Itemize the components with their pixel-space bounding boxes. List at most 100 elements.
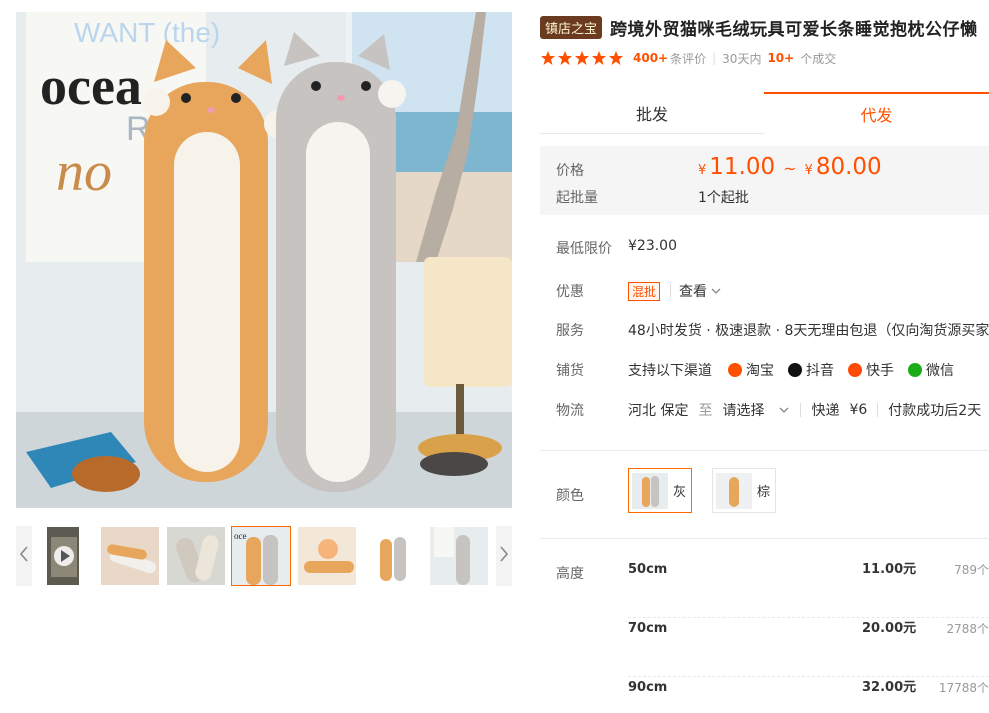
channels-label: 铺货 (556, 363, 584, 379)
logistics-to: 至 (698, 403, 713, 419)
reviews-count[interactable]: 400+ (633, 51, 668, 65)
sku-stock: 17788个 (938, 681, 989, 695)
thumbnail-strip: oce (16, 526, 512, 586)
thumb-next-button[interactable] (496, 526, 512, 586)
shipping-method: 快递 (811, 403, 840, 419)
sku-row[interactable]: 70cm 20.00元 2788个 (628, 618, 989, 677)
price-max: 80.00 (815, 154, 882, 180)
thumbnail-2[interactable] (166, 526, 226, 586)
price-range: ¥ 11.00 ~ ¥ 80.00 (698, 154, 882, 180)
chevron-down-icon (711, 288, 721, 294)
view-promo-label: 查看 (679, 284, 708, 300)
promo-divider (670, 284, 672, 298)
product-title-row: 镇店之宝 跨境外贸猫咪毛绒玩具可爱长条睡觉抱枕公仔懒 (540, 14, 989, 40)
service-row: 服务 48小时发货 · 极速退款 · 8天无理由包退（仅向淘货源买家 (540, 318, 989, 342)
sku-price: 20.00元 (862, 621, 917, 636)
sku-price: 11.00元 (862, 562, 917, 577)
channels-intro: 支持以下渠道 (628, 363, 712, 379)
svg-text:oce: oce (234, 531, 247, 541)
logistics-divider (800, 403, 802, 417)
purchase-mode-tabs: 批发 代发 (540, 92, 989, 134)
reviews-label[interactable]: 条评价 (670, 50, 706, 67)
promo-values: 混批 查看 (628, 281, 722, 301)
destination-select[interactable]: 请选择 (722, 400, 790, 420)
currency-symbol: ¥ (698, 163, 707, 178)
price-min: 11.00 (709, 154, 776, 180)
height-label: 高度 (556, 566, 584, 582)
view-promo-button[interactable]: 查看 (679, 281, 722, 301)
channel-wechat[interactable]: 微信 (908, 360, 954, 380)
promo-label: 优惠 (556, 284, 584, 300)
star-icon (558, 51, 572, 65)
logistics-values: 河北 保定 至 请选择 快递 ¥6 付款成功后2天 (628, 400, 989, 420)
logistics-label: 物流 (556, 403, 584, 419)
price-box: 价格 ¥ 11.00 ~ ¥ 80.00 起批量 1个起批 (540, 146, 989, 215)
channel-kuaishou-label: 快手 (866, 363, 894, 379)
thumb-prev-button[interactable] (16, 526, 32, 586)
color-option-brown-label: 棕 (757, 485, 771, 500)
star-icon (541, 51, 555, 65)
chevron-right-icon (499, 546, 509, 566)
section-divider (540, 450, 989, 451)
logistics-origin: 河北 保定 (628, 403, 689, 419)
channels-values: 支持以下渠道 淘宝 抖音 快手 微信 (628, 360, 968, 380)
star-icon (575, 51, 589, 65)
currency-symbol: ¥ (804, 163, 813, 178)
deals-label: 个成交 (800, 51, 837, 66)
sku-size: 90cm (628, 680, 668, 695)
sku-price: 32.00元 (862, 680, 917, 695)
deals-count: 10+ (767, 51, 795, 65)
chevron-left-icon (19, 546, 29, 566)
tab-dropship[interactable]: 代发 (764, 92, 989, 134)
thumbnail-1[interactable] (100, 526, 160, 586)
sku-size: 70cm (628, 621, 668, 636)
rating-stars (540, 50, 625, 66)
moq-value: 1个起批 (698, 190, 749, 206)
thumbnail-3[interactable]: oce (231, 526, 291, 586)
thumbnail-6[interactable] (429, 526, 489, 586)
channels-row: 铺货 支持以下渠道 淘宝 抖音 快手 微信 (540, 358, 989, 382)
wechat-icon (908, 363, 922, 377)
service-label: 服务 (556, 323, 584, 339)
douyin-icon (788, 363, 802, 377)
star-icon (609, 51, 623, 65)
product-title: 跨境外贸猫咪毛绒玩具可爱长条睡觉抱枕公仔懒 (610, 19, 978, 40)
store-treasure-badge: 镇店之宝 (540, 15, 603, 39)
shipping-fee: ¥6 (849, 402, 868, 418)
play-icon (54, 546, 74, 566)
rating-divider: | (712, 51, 717, 65)
channel-douyin[interactable]: 抖音 (788, 360, 834, 380)
thumbnail-4[interactable] (297, 526, 357, 586)
color-option-grey-label: 灰 (673, 485, 687, 500)
sku-stock: 789个 (954, 563, 989, 577)
channel-wechat-label: 微信 (926, 363, 954, 379)
channel-taobao[interactable]: 淘宝 (728, 360, 774, 380)
channel-douyin-label: 抖音 (806, 363, 834, 379)
price-label: 价格 (556, 163, 584, 179)
sku-row[interactable]: 50cm 11.00元 789个 (628, 559, 989, 618)
brown-cat-swatch-image (716, 472, 752, 509)
poster-text-2: ocea (40, 56, 142, 116)
channel-taobao-label: 淘宝 (746, 363, 774, 379)
color-option-brown[interactable]: 棕 (712, 468, 776, 513)
section-divider (540, 538, 989, 539)
sku-size: 50cm (628, 562, 668, 577)
period-label: 30天内 (722, 51, 762, 66)
poster-text-4: no (56, 141, 112, 203)
thumbnail-video[interactable] (46, 526, 80, 586)
sku-stock: 2788个 (946, 622, 989, 636)
logistics-divider (877, 403, 879, 417)
sku-row[interactable]: 90cm 32.00元 17788个 (628, 677, 989, 707)
thumbnail-5[interactable] (363, 526, 423, 586)
color-label: 颜色 (556, 488, 584, 504)
taobao-icon (728, 363, 742, 377)
channel-kuaishou[interactable]: 快手 (848, 360, 894, 380)
main-product-image[interactable]: WANT (the) ocea RIGH no (16, 12, 512, 508)
poster-text-1: WANT (the) (74, 17, 220, 48)
service-value: 48小时发货 · 极速退款 · 8天无理由包退（仅向淘货源买家 (628, 323, 989, 339)
price-tilde: ~ (783, 159, 797, 178)
min-price-value: ¥23.00 (628, 238, 677, 254)
tab-wholesale[interactable]: 批发 (540, 92, 764, 134)
color-option-grey[interactable]: 灰 (628, 468, 692, 513)
min-price-label: 最低限价 (556, 241, 612, 257)
